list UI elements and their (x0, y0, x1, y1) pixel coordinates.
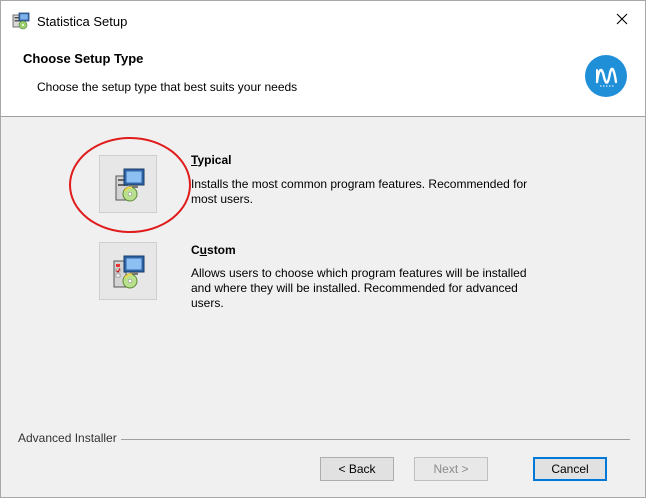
title-bar: Statistica Setup (1, 1, 645, 39)
page-subtitle: Choose the setup type that best suits yo… (37, 80, 298, 94)
custom-option-button[interactable] (99, 242, 157, 300)
back-button[interactable]: < Back (320, 457, 394, 481)
installer-package-icon (12, 12, 30, 30)
custom-option-title[interactable]: Custom (191, 243, 236, 257)
custom-option-description: Allows users to choose which program fea… (191, 266, 527, 310)
typical-option-title[interactable]: Typical (191, 153, 231, 167)
cancel-button[interactable]: Cancel (533, 457, 607, 481)
page-title: Choose Setup Type (23, 51, 144, 66)
header-banner: Choose Setup Type Choose the setup type … (1, 39, 645, 117)
installer-brand-label: Advanced Installer (18, 431, 121, 445)
close-icon (616, 13, 628, 28)
next-button[interactable]: Next > (414, 457, 488, 481)
close-button[interactable] (599, 1, 645, 39)
typical-option-description: Installs the most common program feature… (191, 177, 528, 206)
statistica-logo-icon (585, 55, 627, 97)
setup-window: Statistica Setup Choose Setup Type Choos… (0, 0, 646, 498)
custom-install-icon (113, 255, 145, 289)
window-title: Statistica Setup (37, 14, 128, 29)
highlight-annotation-circle (69, 137, 191, 233)
